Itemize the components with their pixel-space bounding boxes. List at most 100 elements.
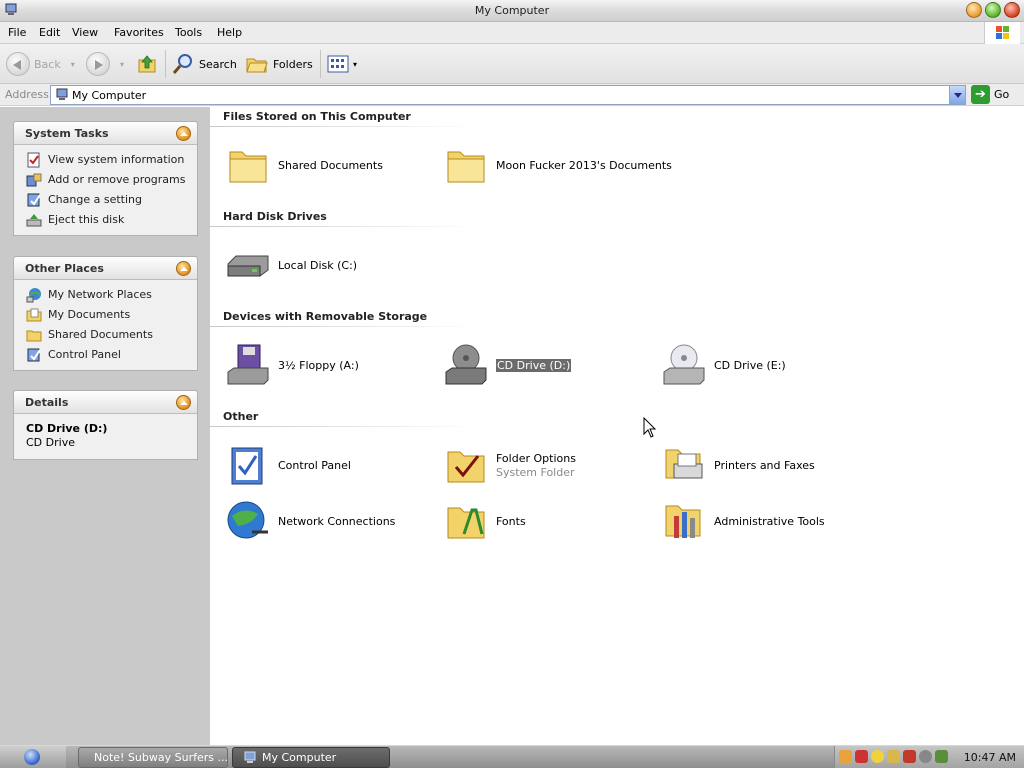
item-network-connections[interactable]: Network Connections (210, 498, 420, 548)
item-user-documents[interactable]: Moon Fucker 2013's Documents (428, 142, 672, 192)
forward-arrow-icon (86, 52, 110, 76)
forward-dropdown-icon: ▾ (120, 59, 125, 69)
minimize-button[interactable] (966, 2, 982, 18)
back-button[interactable]: Back ▾ (6, 50, 75, 78)
tray-volume-icon[interactable] (935, 750, 948, 763)
views-grid-icon (327, 55, 349, 73)
item-folder-options[interactable]: Folder Options System Folder (428, 442, 638, 492)
search-button[interactable]: Search (171, 50, 237, 78)
taskbar-button-notepad[interactable]: Note! Subway Surfers ... (78, 747, 228, 768)
my-computer-icon (56, 88, 68, 100)
place-my-documents[interactable]: My Documents (14, 304, 197, 324)
details-type: CD Drive (26, 436, 75, 449)
group-header-files-stored: Files Stored on This Computer (223, 110, 411, 123)
folder-up-icon (138, 55, 156, 73)
title-bar[interactable]: My Computer (0, 0, 1024, 22)
forward-button[interactable]: ▾ (86, 50, 124, 78)
tray-update-icon[interactable] (919, 750, 932, 763)
menu-help[interactable]: Help (217, 26, 242, 39)
control-panel-icon (231, 447, 263, 485)
start-orb-icon (24, 749, 40, 765)
group-header-removable-storage: Devices with Removable Storage (223, 310, 428, 323)
details-name: CD Drive (D:) (26, 422, 108, 435)
task-add-remove-programs[interactable]: Add or remove programs (14, 169, 197, 189)
taskbar-button-my-computer[interactable]: My Computer (232, 747, 390, 768)
collapse-icon[interactable] (176, 261, 191, 276)
collapse-icon[interactable] (176, 126, 191, 141)
item-fonts[interactable]: Fonts (428, 498, 638, 548)
other-places-header[interactable]: Other Places (14, 257, 197, 280)
item-printers-and-faxes[interactable]: Printers and Faxes (646, 442, 856, 492)
tray-network-icon[interactable] (839, 750, 852, 763)
tray-antivirus-icon[interactable] (903, 750, 916, 763)
task-eject-disk[interactable]: Eject this disk (14, 209, 197, 229)
item-floppy-a[interactable]: 3½ Floppy (A:) (210, 342, 420, 392)
address-dropdown-button[interactable] (949, 86, 965, 104)
item-shared-documents[interactable]: Shared Documents (210, 142, 420, 192)
system-tasks-panel: System Tasks View system information Add… (13, 121, 198, 236)
window-title: My Computer (474, 4, 550, 17)
place-control-panel[interactable]: Control Panel (14, 344, 197, 364)
cd-drive-icon (445, 344, 487, 385)
system-tasks-header[interactable]: System Tasks (14, 122, 197, 145)
go-arrow-icon: ➔ (971, 85, 990, 104)
go-button[interactable]: ➔ Go (971, 85, 1009, 104)
file-view[interactable]: Files Stored on This Computer Shared Doc… (210, 107, 1024, 745)
windows-logo (984, 22, 1020, 44)
add-remove-programs-icon (26, 173, 42, 187)
taskbar: Note! Subway Surfers ... My Computer 10:… (0, 745, 1024, 768)
start-button[interactable] (0, 746, 66, 768)
tray-tools-icon[interactable] (887, 750, 900, 763)
item-cd-drive-d[interactable]: CD Drive (D:) (428, 342, 638, 392)
item-local-disk-c[interactable]: Local Disk (C:) (210, 242, 420, 292)
item-cd-drive-e[interactable]: CD Drive (E:) (646, 342, 856, 392)
up-button[interactable] (136, 50, 158, 78)
address-value: My Computer (72, 89, 147, 102)
menu-bar: File Edit View Favorites Tools Help (0, 22, 1024, 44)
folders-button[interactable]: Folders (245, 50, 313, 78)
place-shared-documents[interactable]: Shared Documents (14, 324, 197, 344)
details-header[interactable]: Details (14, 391, 197, 414)
views-button[interactable]: ▾ (327, 50, 357, 78)
search-icon (172, 54, 192, 74)
address-label: Address (5, 88, 49, 101)
place-my-network-places[interactable]: My Network Places (14, 284, 197, 304)
close-button[interactable] (1004, 2, 1020, 18)
administrative-tools-icon (665, 505, 701, 538)
menu-edit[interactable]: Edit (39, 26, 60, 39)
my-documents-icon (26, 308, 42, 322)
system-info-icon (27, 152, 40, 168)
cd-drive-icon (663, 344, 705, 385)
system-tray: 10:47 AM (834, 746, 1024, 768)
menu-view[interactable]: View (72, 26, 98, 39)
folder-options-icon (447, 451, 485, 483)
item-control-panel[interactable]: Control Panel (210, 442, 420, 492)
menu-file[interactable]: File (8, 26, 26, 39)
windows-flag-icon (996, 26, 1009, 39)
network-connections-icon (227, 501, 268, 539)
tray-security-shield-icon[interactable] (855, 750, 868, 763)
menu-favorites[interactable]: Favorites (114, 26, 164, 39)
tray-smiley-icon[interactable] (871, 750, 884, 763)
hard-disk-icon (227, 255, 269, 277)
views-dropdown-icon: ▾ (353, 59, 358, 69)
mouse-cursor-icon (643, 417, 657, 438)
floppy-drive-icon (227, 344, 269, 385)
clock[interactable]: 10:47 AM (964, 751, 1016, 764)
menu-tools[interactable]: Tools (175, 26, 202, 39)
selected-label: CD Drive (D:) (496, 359, 572, 372)
task-view-system-information[interactable]: View system information (14, 149, 197, 169)
control-panel-icon (27, 348, 41, 362)
other-places-panel: Other Places My Network Places My Docume… (13, 256, 198, 371)
task-change-setting[interactable]: Change a setting (14, 189, 197, 209)
collapse-icon[interactable] (176, 395, 191, 410)
network-places-icon (26, 288, 41, 303)
folder-icon (229, 151, 267, 183)
address-input[interactable]: My Computer (50, 85, 966, 105)
group-header-hard-disk-drives: Hard Disk Drives (223, 210, 327, 223)
maximize-button[interactable] (985, 2, 1001, 18)
shared-documents-icon (26, 330, 42, 342)
folder-options-subtitle: System Folder (496, 466, 575, 479)
eject-disk-icon (26, 214, 42, 227)
item-administrative-tools[interactable]: Administrative Tools (646, 498, 856, 548)
